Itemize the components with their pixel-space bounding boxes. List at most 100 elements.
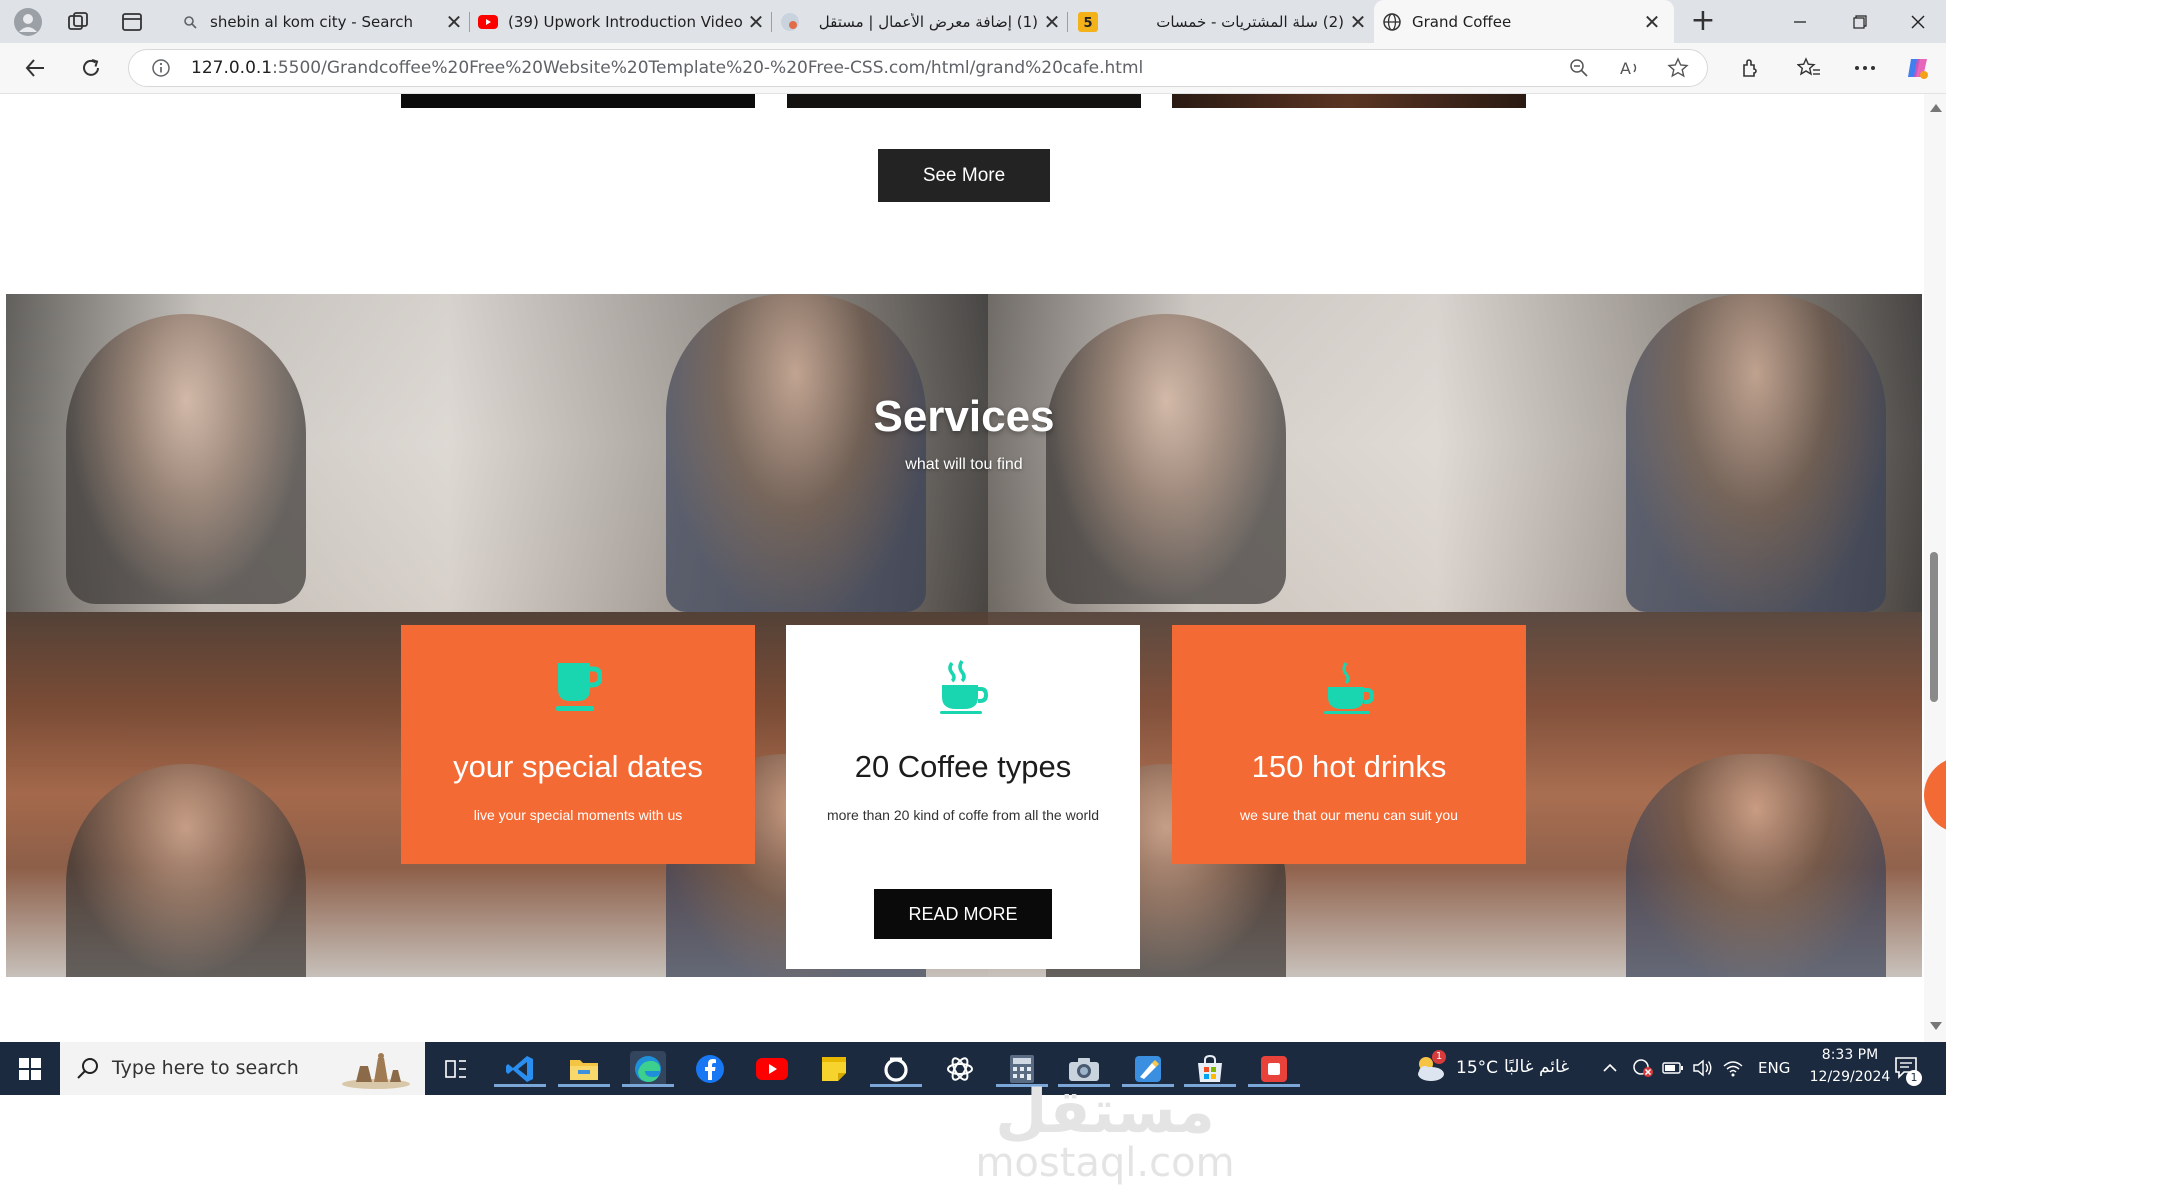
extensions-icon[interactable] <box>1734 53 1764 83</box>
notification-count-badge: 1 <box>1906 1070 1922 1086</box>
clock-time[interactable]: 8:33 PM <box>1810 1047 1890 1063</box>
tab-separator <box>1067 12 1068 32</box>
profile-avatar-icon[interactable] <box>14 8 42 36</box>
scroll-down-arrow-icon[interactable] <box>1930 1022 1942 1030</box>
active-app-indicator <box>494 1084 546 1087</box>
browser-tab-bar: shebin al kom city - Search ✕ (39) Upwor… <box>0 0 1946 43</box>
clock-date[interactable]: 12/29/2024 <box>1806 1069 1894 1085</box>
weather-temperature[interactable]: 15°C <box>1456 1058 1498 1078</box>
read-aloud-icon[interactable]: A <box>1619 57 1641 79</box>
screen-recorder-icon[interactable] <box>1248 1051 1300 1087</box>
refresh-icon[interactable] <box>76 53 106 83</box>
screen: shebin al kom city - Search ✕ (39) Upwor… <box>0 0 1946 1095</box>
task-view-icon[interactable] <box>438 1051 474 1087</box>
tab-youtube[interactable]: (39) Upwork Introduction Video - ✕ <box>474 0 770 43</box>
tab-separator <box>771 12 772 32</box>
gallery-image <box>1172 94 1526 108</box>
close-icon[interactable]: ✕ <box>1038 10 1066 34</box>
svg-text:A: A <box>1620 59 1631 78</box>
address-bar[interactable]: 127.0.0.1:5500/Grandcoffee%20Free%20Webs… <box>128 49 1708 87</box>
workspaces-icon[interactable] <box>66 10 90 34</box>
scrollbar-thumb[interactable] <box>1930 552 1938 702</box>
hot-drink-cup-icon <box>1172 659 1526 719</box>
tab-search[interactable]: shebin al kom city - Search ✕ <box>168 0 468 43</box>
search-highlight-icon <box>338 1048 414 1090</box>
page-viewport: See More Services what will tou find you… <box>0 94 1924 1042</box>
services-subtitle: what will tou find <box>905 456 1023 473</box>
services-section: Services what will tou find your special… <box>6 294 1922 977</box>
browser-toolbar: 127.0.0.1:5500/Grandcoffee%20Free%20Webs… <box>0 43 1946 94</box>
coffee-mug-icon <box>401 659 755 719</box>
close-window-button[interactable] <box>1890 0 1946 43</box>
svg-text:5: 5 <box>1083 16 1092 31</box>
copilot-icon[interactable] <box>1903 53 1933 83</box>
tab-khamsat[interactable]: 5 (2) سلة المشتريات - خمسات ✕ <box>1072 0 1372 43</box>
sticky-notes-icon[interactable] <box>816 1051 852 1087</box>
card-text: live your special moments with us <box>473 807 683 823</box>
gallery-image <box>401 94 755 108</box>
steaming-coffee-cup-icon <box>786 659 1140 719</box>
weather-description[interactable]: غائم غالبًا <box>1504 1057 1569 1077</box>
circle-app-icon[interactable] <box>870 1051 922 1087</box>
chevron-up-icon[interactable] <box>1602 1060 1618 1076</box>
taskbar-search-box[interactable]: Type here to search <box>60 1042 425 1095</box>
weather-alert-badge: 1 <box>1432 1050 1446 1064</box>
favorite-star-icon[interactable] <box>1667 57 1689 79</box>
favorites-icon[interactable] <box>1794 53 1824 83</box>
search-placeholder: Type here to search <box>112 1057 299 1079</box>
vscode-icon[interactable] <box>494 1051 546 1087</box>
active-app-indicator <box>870 1084 922 1087</box>
battery-icon[interactable] <box>1662 1060 1684 1076</box>
back-arrow-icon[interactable] <box>20 53 50 83</box>
zoom-icon[interactable] <box>1569 58 1589 78</box>
card-text: more than 20 kind of coffe from all the … <box>826 807 1100 823</box>
close-icon[interactable]: ✕ <box>1638 10 1666 34</box>
gallery-image <box>787 94 1141 108</box>
mostaql-icon <box>780 12 800 32</box>
input-language[interactable]: ENG <box>1758 1059 1790 1077</box>
youtube-icon[interactable] <box>754 1051 790 1087</box>
volume-icon[interactable] <box>1692 1058 1714 1078</box>
more-options-icon[interactable] <box>1850 53 1880 83</box>
vertical-tabs-icon[interactable] <box>120 10 144 34</box>
man-figure <box>1626 294 1886 612</box>
close-icon[interactable]: ✕ <box>440 10 468 34</box>
tab-grand-coffee[interactable]: Grand Coffee ✕ <box>1374 0 1674 43</box>
page-scrollbar[interactable] <box>1924 94 1946 1042</box>
search-icon <box>180 12 200 32</box>
site-info-icon[interactable] <box>151 58 171 78</box>
wifi-icon[interactable] <box>1722 1058 1744 1078</box>
url-text[interactable]: 127.0.0.1:5500/Grandcoffee%20Free%20Webs… <box>191 58 1143 78</box>
restore-button[interactable] <box>1832 0 1888 43</box>
minimize-button[interactable] <box>1772 0 1828 43</box>
tab-title: (39) Upwork Introduction Video - <box>508 12 742 31</box>
close-icon[interactable]: ✕ <box>1344 10 1372 34</box>
tab-mostaql[interactable]: (1) إضافة معرض الأعمال | مستقل ✕ <box>776 0 1066 43</box>
network-error-icon[interactable] <box>1632 1058 1654 1078</box>
tab-title: shebin al kom city - Search <box>210 12 414 31</box>
youtube-icon <box>478 12 498 32</box>
read-more-button[interactable]: READ MORE <box>874 889 1052 939</box>
mostaql-watermark-url: mostaql.com <box>975 1140 1235 1186</box>
new-tab-button[interactable]: + <box>1686 4 1720 38</box>
card-text: we sure that our menu can suit you <box>1240 807 1458 823</box>
scroll-up-arrow-icon[interactable] <box>1930 104 1942 112</box>
card-title: 150 hot drinks <box>1251 749 1447 784</box>
service-card-special-dates: your special dates live your special mom… <box>401 625 755 864</box>
file-explorer-icon[interactable] <box>558 1051 610 1087</box>
edge-browser-icon[interactable] <box>622 1051 674 1087</box>
search-icon <box>76 1056 100 1080</box>
facebook-icon[interactable] <box>692 1051 728 1087</box>
card-title: your special dates <box>453 749 703 784</box>
see-more-button[interactable]: See More <box>878 149 1050 202</box>
globe-icon <box>1382 12 1402 32</box>
service-card-coffee-types: 20 Coffee types more than 20 kind of cof… <box>786 625 1140 969</box>
man-figure <box>1626 754 1886 977</box>
services-title: Services <box>873 392 1055 441</box>
active-app-indicator <box>1248 1084 1300 1087</box>
man-figure <box>666 294 926 612</box>
close-icon[interactable]: ✕ <box>742 10 770 34</box>
card-title: 20 Coffee types <box>854 749 1072 784</box>
windows-start-icon[interactable] <box>0 1042 60 1095</box>
tab-title: (2) سلة المشتريات - خمسات <box>1156 12 1344 31</box>
